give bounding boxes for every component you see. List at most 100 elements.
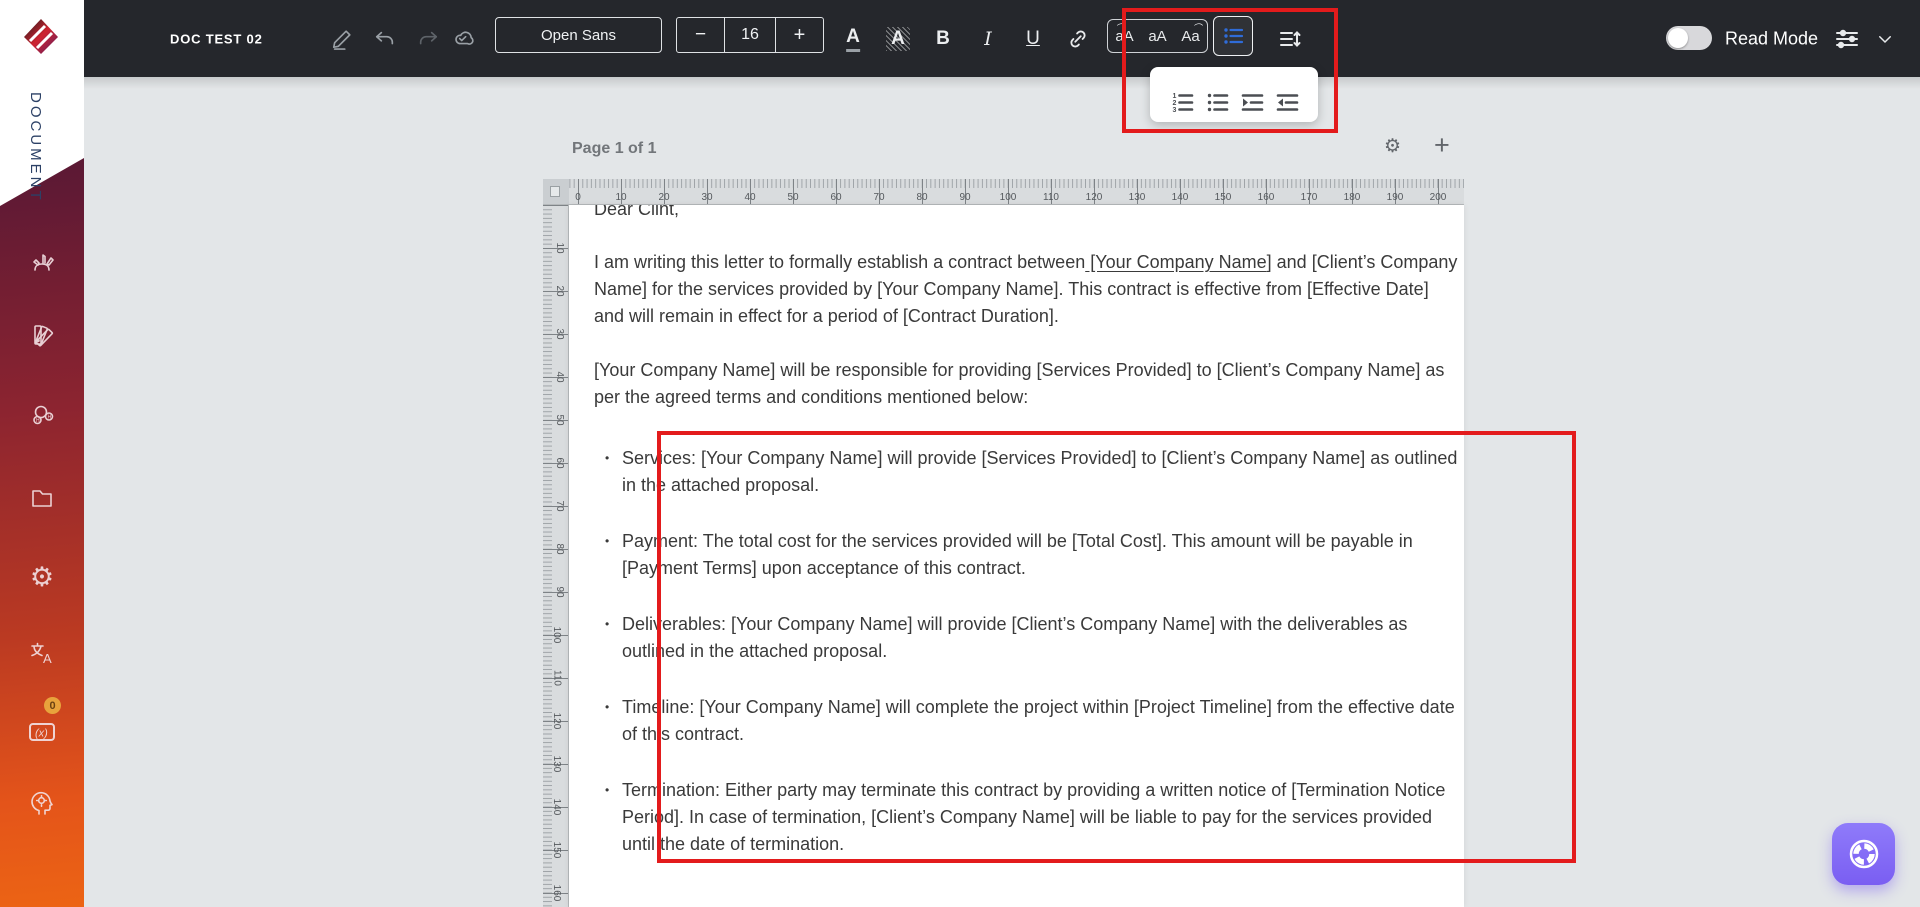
v-ruler-number: 70 [553, 500, 565, 512]
bullet-dot: • [605, 617, 610, 631]
case-arrow-icon: ⌒ [1192, 22, 1202, 33]
case-plain-button[interactable]: aA [1148, 28, 1166, 45]
case-title-button[interactable]: ⌒ Aa [1181, 23, 1201, 45]
highlight-color-icon[interactable]: A [886, 26, 910, 51]
list-item[interactable]: • Timeline: [Your Company Name] will comp… [594, 694, 1462, 748]
v-ruler-number: 50 [553, 414, 565, 426]
sidebar-item-palette[interactable] [25, 318, 59, 352]
v-ruler-number: 110 [551, 670, 563, 686]
list-item[interactable]: • Termination: Either party may terminate… [594, 777, 1462, 858]
document-page[interactable]: Dear Clint, I am writing this letter to … [569, 205, 1464, 907]
bullet-list: • Services: [Your Company Name] will prov… [594, 445, 1462, 858]
italic-button[interactable]: I [984, 28, 992, 50]
lifebuoy-icon [1849, 839, 1878, 869]
ordered-list-option[interactable]: 1 2 3 [1169, 90, 1195, 114]
text-case-group: ⌒ aA aA ⌒ Aa [1107, 19, 1208, 53]
paragraph-1[interactable]: I am writing this letter to formally est… [594, 249, 1462, 330]
sidebar-item-molecule[interactable]: H H [25, 398, 59, 432]
h-ruler-number: 190 [1386, 192, 1404, 203]
bullet-dot: • [605, 534, 610, 548]
paragraph-2[interactable]: [Your Company Name] will be responsible … [594, 357, 1462, 411]
font-size-decrease-button[interactable]: − [677, 18, 725, 52]
v-ruler-number: 130 [551, 755, 563, 773]
v-ruler-number: 60 [553, 457, 565, 469]
list-item[interactable]: • Payment: The total cost for the service… [594, 528, 1462, 582]
sidebar-item-design-tools[interactable] [25, 246, 59, 280]
h-ruler-number: 40 [744, 192, 756, 203]
undo-icon[interactable] [374, 28, 396, 50]
font-color-icon[interactable]: A [846, 26, 860, 52]
sidebar-item-insights[interactable] [25, 786, 59, 820]
ordered-list-icon: 1 2 3 [1172, 93, 1193, 114]
page-settings-gear-icon[interactable]: ⚙ [1384, 135, 1401, 158]
read-mode-label: Read Mode [1725, 28, 1819, 48]
bullet-list-button-active[interactable] [1213, 16, 1253, 56]
svg-text:2: 2 [1172, 100, 1176, 107]
link-icon[interactable] [1067, 28, 1089, 50]
settings-gear-icon: ⚙ [29, 561, 55, 592]
read-mode-toggle[interactable] [1666, 26, 1712, 50]
h-ruler-number: 90 [959, 192, 971, 203]
folder-icon [32, 490, 52, 507]
page-indicator: Page 1 of 1 [572, 140, 657, 157]
add-page-icon[interactable]: + [1434, 130, 1450, 161]
vertical-ruler: 10 20 30 40 50 60 70 80 90 100 110 120 130 140 150 160 [543, 205, 569, 907]
company-name-variable[interactable]: [Your Company Name [1085, 252, 1266, 272]
svg-text:1: 1 [1172, 93, 1176, 100]
svg-text:H: H [36, 418, 40, 424]
font-family-select[interactable]: Open Sans [495, 17, 662, 53]
sidebar-item-translate[interactable]: A [25, 636, 59, 670]
bullet-dot: • [605, 783, 610, 797]
v-ruler-number: 10 [553, 242, 565, 254]
h-ruler-number: 80 [916, 192, 928, 203]
design-tools-icon [33, 254, 54, 271]
h-ruler-number: 0 [575, 192, 581, 203]
toggle-knob [1668, 28, 1688, 48]
bullet-dot: • [605, 700, 610, 714]
underline-button[interactable]: U [1026, 28, 1040, 50]
v-ruler-number: 30 [553, 328, 565, 340]
h-ruler-number: 120 [1085, 192, 1103, 203]
sidebar-item-files[interactable] [25, 480, 59, 514]
case-to-upper-button[interactable]: ⌒ aA [1115, 23, 1133, 45]
h-ruler-number: 150 [1214, 192, 1232, 203]
h-ruler-number: 140 [1171, 192, 1189, 203]
cloud-saved-icon [450, 28, 474, 50]
list-item[interactable]: • Deliverables: [Your Company Name] will … [594, 611, 1462, 665]
unordered-list-option[interactable] [1204, 90, 1230, 114]
redo-icon[interactable] [417, 28, 439, 50]
chevron-down-icon[interactable] [1876, 30, 1894, 48]
v-ruler-number: 90 [553, 586, 565, 598]
h-ruler-number: 30 [701, 192, 713, 203]
view-options-sliders-icon[interactable] [1834, 27, 1860, 51]
list-item[interactable]: • Services: [Your Company Name] will prov… [594, 445, 1462, 499]
font-size-increase-button[interactable]: + [775, 18, 823, 52]
line-spacing-icon[interactable] [1278, 27, 1302, 51]
v-ruler-number: 40 [553, 371, 565, 383]
list-type-dropdown: 1 2 3 [1150, 67, 1318, 122]
v-ruler-number: 120 [551, 712, 563, 730]
indent-decrease-option[interactable] [1274, 90, 1300, 114]
rename-pencil-icon[interactable] [331, 27, 353, 51]
unordered-list-icon [1207, 93, 1228, 112]
app-logo[interactable] [20, 16, 62, 58]
font-size-value[interactable]: 16 [725, 18, 775, 52]
sidebar-item-variables[interactable]: (x) [25, 715, 59, 749]
h-ruler-number: 200 [1429, 192, 1447, 203]
v-ruler-number: 20 [553, 285, 565, 297]
document-editor-app: H H ⚙ A (x) 0 DOCUMENT DOC TEST 02 Open … [0, 0, 1920, 907]
ruler-corner [543, 179, 569, 205]
bullet-dot: • [605, 451, 610, 465]
sidebar-item-settings[interactable]: ⚙ [25, 560, 59, 594]
svg-text:H: H [48, 414, 52, 420]
greeting-line[interactable]: Dear Clint, [594, 205, 1462, 223]
bullet-list-icon [1224, 28, 1244, 44]
case-arrow-icon: ⌒ [1115, 22, 1125, 33]
help-button[interactable] [1832, 823, 1895, 885]
variables-count-badge: 0 [44, 697, 61, 714]
bold-button[interactable]: B [936, 28, 950, 50]
indent-increase-option[interactable] [1239, 90, 1265, 114]
molecule-icon: H H [33, 405, 54, 425]
document-title: DOC TEST 02 [170, 31, 263, 46]
app-section-label: DOCUMENT [27, 92, 44, 203]
